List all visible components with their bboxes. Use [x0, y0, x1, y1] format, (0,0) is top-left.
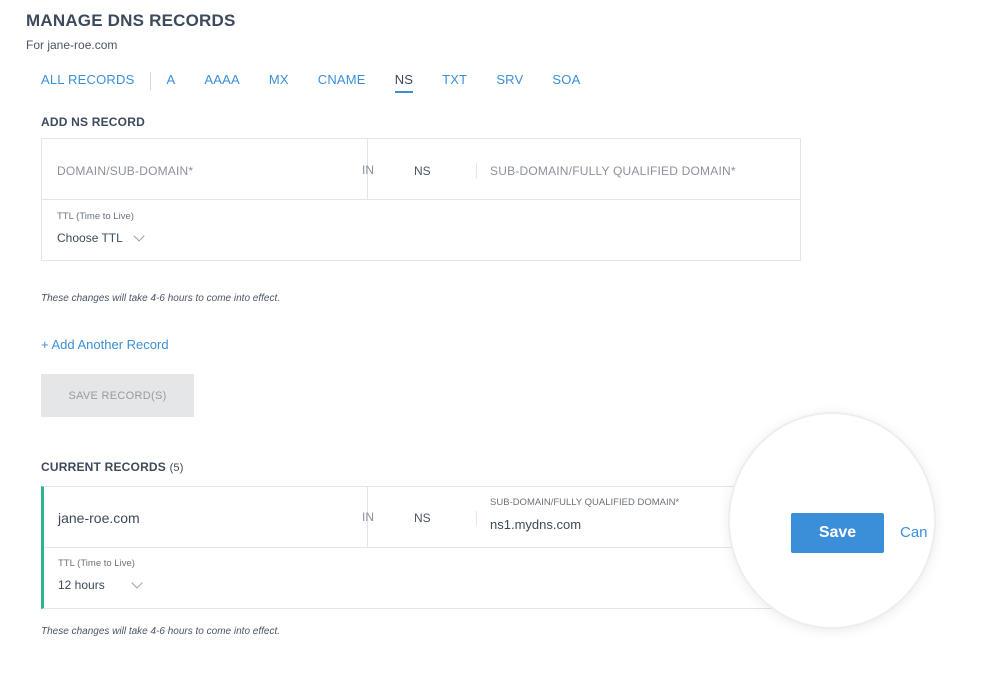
propagation-note: These changes will take 4-6 hours to com… — [41, 626, 281, 637]
field-divider — [476, 511, 477, 526]
tab-a[interactable]: A — [166, 72, 175, 91]
tab-ns[interactable]: NS — [394, 72, 414, 93]
ttl-select[interactable]: 12 hours — [58, 577, 143, 592]
current-records-title: CURRENT RECORDS — [41, 460, 167, 474]
add-record-ttl-row: TTL (Time to Live) Choose TTL — [42, 200, 800, 261]
chevron-down-icon — [133, 230, 145, 242]
field-divider — [476, 163, 477, 178]
current-record-row: jane-roe.com IN NS SUB-DOMAIN/FULLY QUAL… — [41, 486, 774, 609]
record-domain[interactable]: jane-roe.com — [58, 510, 140, 526]
ttl-select-value: Choose TTL — [57, 231, 123, 245]
record-type-tabs: ALL RECORDS A AAAA MX CNAME NS TXT SRV S… — [41, 72, 609, 96]
type-label: NS — [414, 511, 431, 525]
in-label: IN — [362, 163, 374, 177]
type-label: NS — [414, 164, 431, 178]
propagation-note: These changes will take 4-6 hours to com… — [41, 293, 281, 304]
target-domain-label: SUB-DOMAIN/FULLY QUALIFIED DOMAIN* — [490, 497, 680, 508]
record-count: (5) — [169, 462, 184, 474]
ttl-label: TTL (Time to Live) — [58, 558, 135, 569]
page-title: MANAGE DNS RECORDS — [26, 11, 236, 30]
tab-txt[interactable]: TXT — [442, 72, 467, 91]
current-record-ttl-row: TTL (Time to Live) 12 hours — [44, 548, 773, 609]
chevron-down-icon — [131, 577, 143, 589]
tab-mx[interactable]: MX — [269, 72, 289, 91]
current-record-main-row: jane-roe.com IN NS SUB-DOMAIN/FULLY QUAL… — [44, 487, 773, 548]
add-record-form: DOMAIN/SUB-DOMAIN* IN NS SUB-DOMAIN/FULL… — [41, 138, 801, 261]
cancel-link[interactable]: Cancel — [900, 524, 928, 541]
target-domain-input[interactable]: ns1.mydns.com — [490, 517, 581, 532]
tab-cname[interactable]: CNAME — [318, 72, 366, 91]
add-another-record-link[interactable]: + Add Another Record — [41, 337, 169, 352]
in-label: IN — [362, 510, 374, 524]
domain-input[interactable]: DOMAIN/SUB-DOMAIN* — [57, 164, 367, 178]
tab-srv[interactable]: SRV — [496, 72, 523, 91]
ttl-label: TTL (Time to Live) — [57, 211, 134, 222]
target-domain-input[interactable]: SUB-DOMAIN/FULLY QUALIFIED DOMAIN* — [490, 164, 790, 178]
ttl-select[interactable]: Choose TTL — [57, 230, 145, 245]
tab-divider — [150, 72, 152, 90]
page-subtitle: For jane-roe.com — [26, 38, 118, 52]
add-record-heading: ADD NS RECORD — [41, 115, 145, 129]
ttl-select-value: 12 hours — [58, 578, 105, 592]
tab-soa[interactable]: SOA — [552, 72, 580, 91]
save-records-button[interactable]: SAVE RECORD(S) — [41, 374, 194, 417]
tab-aaaa[interactable]: AAAA — [204, 72, 239, 91]
tab-all-records[interactable]: ALL RECORDS — [41, 72, 134, 91]
current-records-heading: CURRENT RECORDS (5) — [41, 460, 184, 474]
save-button[interactable]: Save — [791, 513, 884, 553]
add-record-main-row: DOMAIN/SUB-DOMAIN* IN NS SUB-DOMAIN/FULL… — [42, 139, 800, 200]
